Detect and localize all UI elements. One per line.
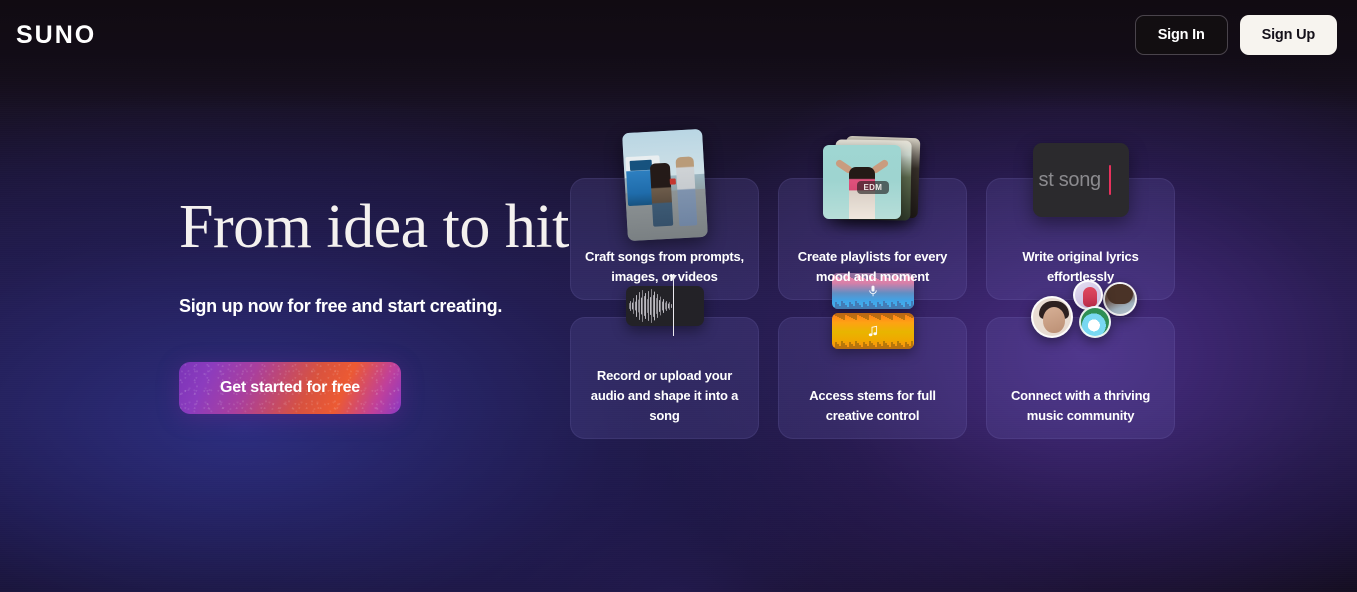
hero-subtitle: Sign up now for free and start creating. [179, 296, 503, 316]
avatar [1078, 306, 1111, 338]
page-background: SUNO Sign In Sign Up From idea to hit Si… [0, 0, 1357, 592]
playlist-stack-icon: EDM [821, 135, 925, 227]
avatar [1030, 296, 1073, 338]
sign-up-button[interactable]: Sign Up [1239, 15, 1337, 55]
feature-card-label: Access stems for full creative control [809, 387, 936, 423]
instrument-stem-track [831, 313, 914, 349]
feature-card-label: Connect with a thriving music community [1010, 387, 1151, 423]
text-cursor-icon: st song [1032, 143, 1129, 217]
playlist-genre-badge: EDM [856, 181, 890, 194]
feature-card-create-playlists[interactable]: EDM Create playlists for every mood and … [778, 135, 967, 300]
get-started-label: Get started for free [219, 379, 361, 396]
page-title: From idea to hit [179, 193, 569, 261]
feature-card-label: Write original lyrics effortlessly [1022, 248, 1139, 284]
feature-card-label: Create playlists for every mood and mome… [797, 248, 948, 284]
suno-logo[interactable]: SUNO [16, 22, 96, 48]
sign-in-button[interactable]: Sign In [1134, 15, 1228, 55]
community-icon [1027, 280, 1137, 344]
caret-icon [1108, 165, 1111, 195]
music-note-icon [868, 325, 878, 337]
feature-card-write-lyrics[interactable]: st song Write original lyrics effortless… [986, 143, 1175, 300]
site-header: SUNO Sign In Sign Up [0, 0, 1357, 70]
feature-card-community[interactable]: Connect with a thriving music community [986, 280, 1175, 439]
avatar [1102, 282, 1137, 316]
header-actions: Sign In Sign Up [1134, 15, 1337, 55]
feature-card-grid: Craft songs from prompts, images, or vid… [570, 128, 1175, 439]
feature-card-access-stems[interactable]: Access stems for full creative control [778, 273, 967, 439]
get-started-button[interactable]: Get started for free [179, 362, 401, 414]
hero-section: From idea to hit Sign up now for free an… [179, 196, 639, 414]
lyrics-editor-text: st song [1038, 168, 1102, 191]
